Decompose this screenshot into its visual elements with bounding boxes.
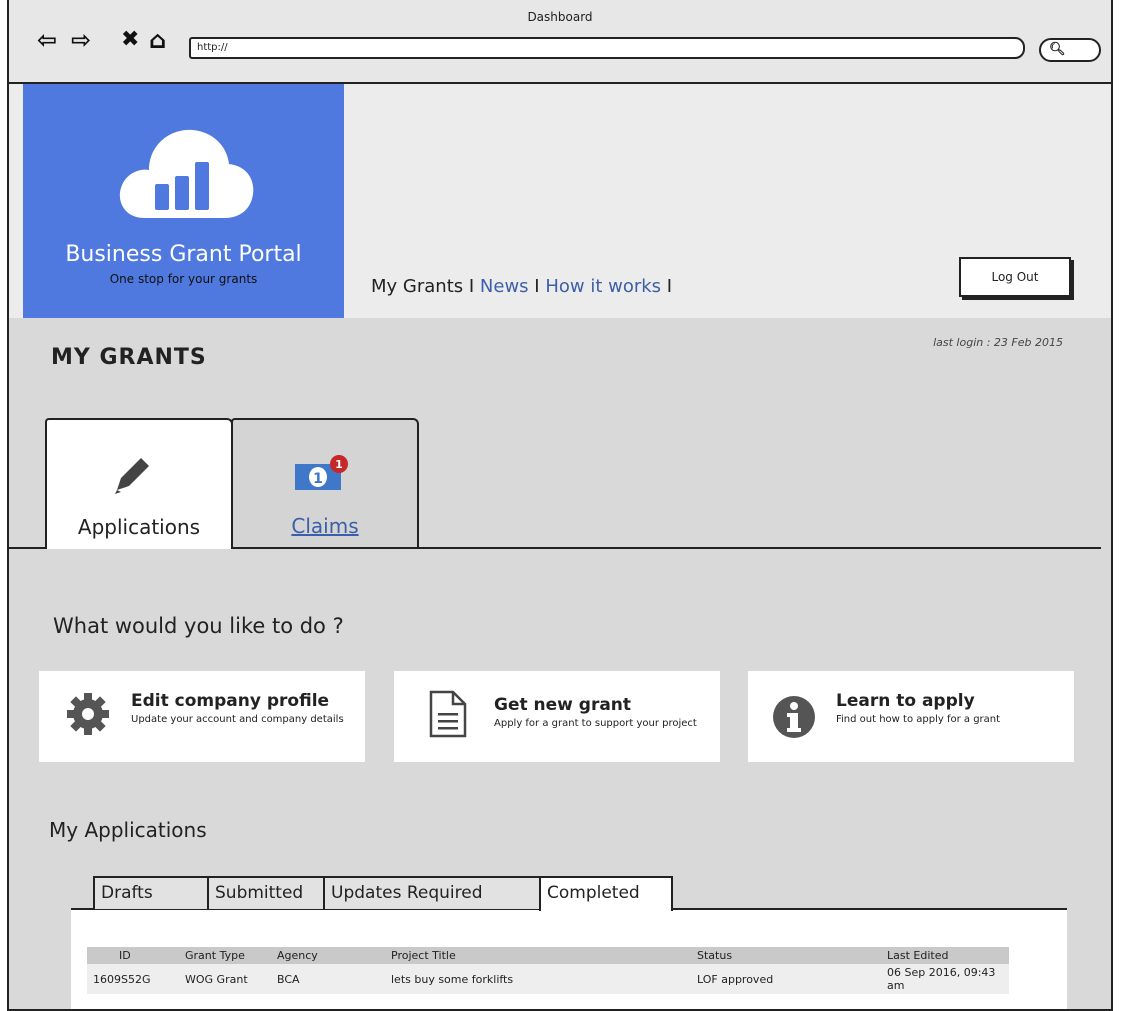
actions-heading: What would you like to do ? (53, 614, 344, 638)
search-icon: 🔍︎ (1049, 42, 1066, 57)
card-title: Get new grant (494, 695, 632, 715)
column-header: ID (87, 947, 179, 964)
nav-separator: I (468, 276, 475, 297)
column-header: Project Title (385, 947, 691, 964)
page-title: MY GRANTS (51, 345, 207, 370)
last-login: last login : 23 Feb 2015 (933, 336, 1063, 349)
applications-heading: My Applications (49, 818, 207, 842)
pencil-icon (115, 458, 149, 494)
close-icon[interactable]: ✖ (121, 28, 139, 52)
nav-my-grants[interactable]: My Grants (371, 276, 463, 297)
home-icon[interactable]: ⌂ (149, 28, 166, 52)
card-description: Find out how to apply for a grant (836, 714, 1001, 725)
table-row[interactable]: 1609S52G WOG Grant BCA lets buy some for… (87, 964, 1009, 994)
brand-name: Business Grant Portal (65, 242, 302, 267)
brand-tagline: One stop for your grants (109, 272, 258, 286)
cell-project-title[interactable]: lets buy some forklifts (385, 964, 691, 994)
back-icon[interactable]: ⇦ (37, 28, 57, 52)
tab-applications-label: Applications (77, 515, 201, 539)
cell-status: LOF approved (691, 964, 881, 994)
edit-profile-card[interactable]: Edit company profile Update your account… (39, 671, 365, 762)
browser-window: Dashboard ⇦ ⇨ ✖ ⌂ http:// 🔍︎ Business Gr… (7, 0, 1113, 1011)
browser-chrome: Dashboard ⇦ ⇨ ✖ ⌂ http:// 🔍︎ (9, 0, 1111, 84)
tab-claims[interactable]: 1 1 Claims (231, 418, 419, 548)
subtab-submitted[interactable]: Submitted (207, 876, 325, 909)
money-icon: 1 1 (295, 455, 348, 490)
card-description: Update your account and company details (131, 714, 344, 725)
card-description: Apply for a grant to support your projec… (494, 718, 697, 729)
logout-button[interactable]: Log Out (959, 257, 1071, 297)
forward-icon[interactable]: ⇨ (71, 28, 91, 52)
cell-last-edited: 06 Sep 2016, 09:43 am (881, 964, 1009, 994)
tab-claims-label: Claims (291, 514, 359, 538)
subtab-updates-required[interactable]: Updates Required (323, 876, 541, 909)
cell-grant-type: WOG Grant (179, 964, 271, 994)
cell-agency: BCA (271, 964, 385, 994)
brand-block[interactable]: Business Grant Portal One stop for your … (23, 84, 344, 318)
nav-how-it-works[interactable]: How it works (545, 276, 661, 297)
document-icon (429, 690, 467, 738)
browser-search[interactable]: 🔍︎ (1039, 38, 1101, 62)
nav-separator: I (534, 276, 540, 297)
nav-news[interactable]: News (480, 276, 529, 297)
address-bar[interactable]: http:// (189, 37, 1025, 59)
subtab-completed[interactable]: Completed (539, 876, 673, 911)
info-icon (773, 696, 815, 738)
column-header: Grant Type (179, 947, 271, 964)
get-grant-card[interactable]: Get new grant Apply for a grant to suppo… (394, 671, 720, 762)
svg-text:1: 1 (313, 471, 323, 487)
gear-icon (67, 693, 109, 735)
card-title: Learn to apply (836, 691, 975, 711)
column-header: Agency (271, 947, 385, 964)
tab-applications[interactable]: Applications (45, 418, 233, 549)
applications-table: ID Grant Type Agency Project Title Statu… (87, 947, 1009, 994)
table-header-row: ID Grant Type Agency Project Title Statu… (87, 947, 1009, 964)
claims-badge: 1 (335, 458, 343, 471)
card-title: Edit company profile (131, 691, 330, 711)
column-header: Status (691, 947, 881, 964)
site-header: Business Grant Portal One stop for your … (9, 84, 1111, 318)
learn-apply-card[interactable]: Learn to apply Find out how to apply for… (748, 671, 1074, 762)
top-nav: My Grants I News I How it works I (371, 276, 672, 297)
subtab-drafts[interactable]: Drafts (93, 876, 209, 909)
window-title: Dashboard (527, 10, 593, 24)
column-header: Last Edited (881, 947, 1009, 964)
nav-separator: I (666, 276, 673, 297)
cloud-chart-icon (119, 129, 254, 218)
cell-id: 1609S52G (87, 964, 179, 994)
